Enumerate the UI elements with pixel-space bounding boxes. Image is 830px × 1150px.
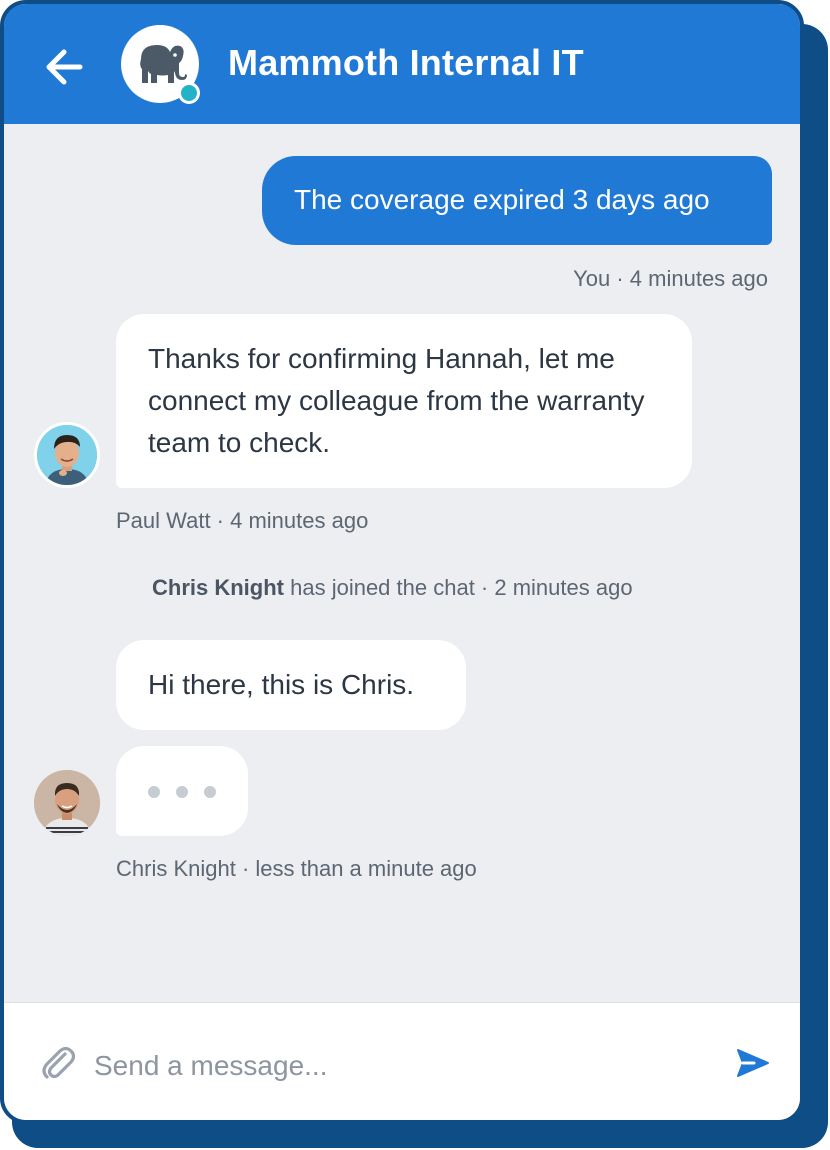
system-join-message: Chris Knight has joined the chat · 2 min… — [152, 575, 633, 601]
send-button[interactable] — [732, 1043, 772, 1083]
joined-agent-name: Chris Knight — [152, 575, 284, 600]
agent-message-meta: Chris Knight · less than a minute ago — [116, 856, 477, 881]
back-button[interactable] — [42, 44, 88, 90]
outgoing-message-meta: You · 4 minutes ago — [573, 266, 768, 291]
join-message-text: has joined the chat · 2 minutes ago — [284, 575, 633, 600]
arrow-left-icon — [46, 49, 83, 85]
typing-dot — [148, 786, 160, 798]
avatar[interactable] — [34, 770, 100, 836]
message-composer — [4, 1002, 800, 1120]
chat-title: Mammoth Internal IT — [228, 42, 584, 83]
typing-indicator — [116, 746, 248, 836]
agent-photo — [34, 770, 100, 836]
elephant-icon — [140, 45, 187, 83]
chat-window: Mammoth Internal IT The coverage expired… — [0, 0, 804, 1124]
attach-button[interactable] — [38, 1043, 78, 1083]
outgoing-message-bubble: The coverage expired 3 days ago — [262, 156, 772, 245]
agent-photo — [37, 425, 97, 485]
agent-message-bubble: Hi there, this is Chris. — [116, 640, 466, 730]
avatar[interactable] — [34, 422, 100, 488]
send-icon — [737, 1049, 769, 1077]
paperclip-icon — [42, 1046, 76, 1079]
agent-message-bubble: Thanks for confirming Hannah, let me con… — [116, 314, 692, 488]
message-input[interactable] — [92, 1041, 696, 1091]
agent-message-meta: Paul Watt · 4 minutes ago — [116, 508, 369, 533]
typing-dot — [204, 786, 216, 798]
typing-dot — [176, 786, 188, 798]
online-status-dot — [178, 82, 200, 104]
chat-header: Mammoth Internal IT — [4, 4, 800, 124]
